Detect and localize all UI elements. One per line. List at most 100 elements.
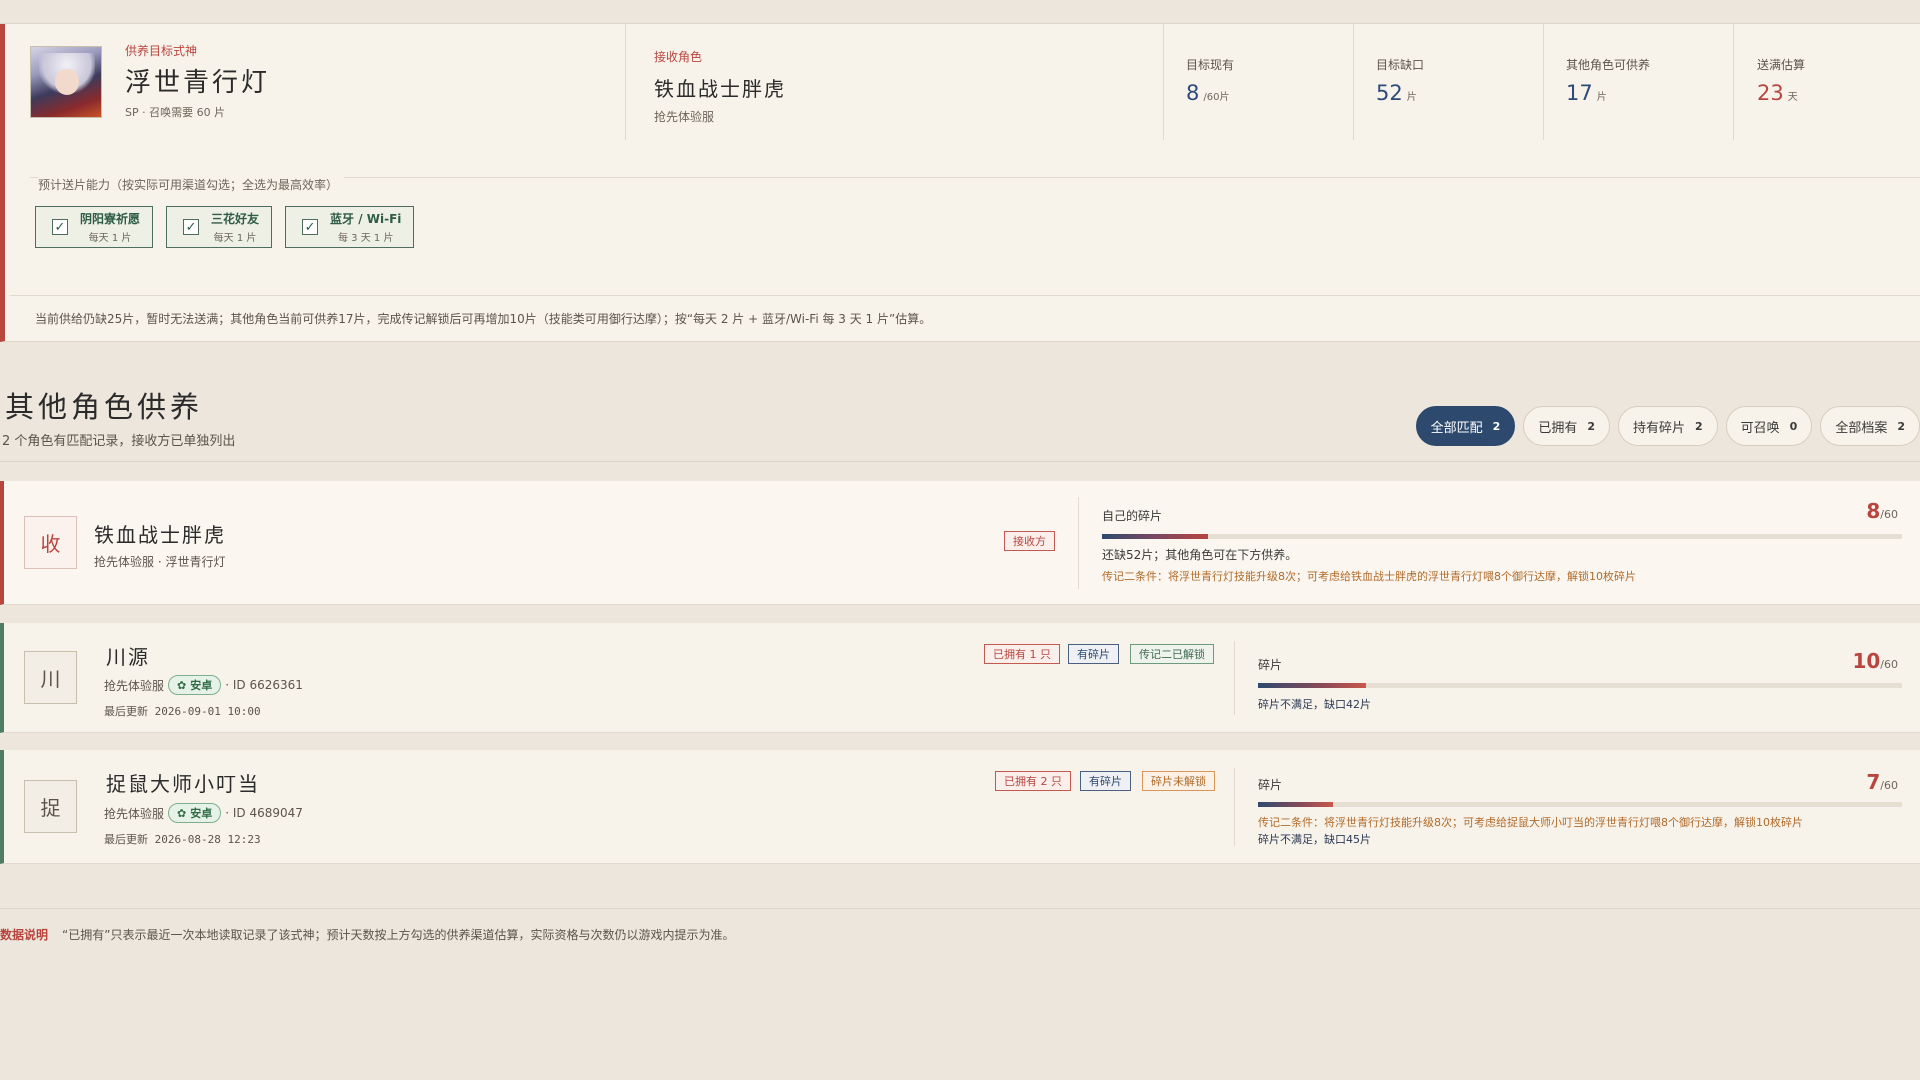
filter-label: 全部档案 (1835, 420, 1888, 436)
stat-label: 目标现有 (1186, 58, 1235, 72)
fragment-value: 7 (1866, 770, 1881, 794)
checkbox-checked-icon[interactable]: ✓ (302, 219, 319, 235)
data-notice: 数据说明 “已拥有”只表示最近一次本地读取记录了该式神；预计天数按上方勾选的供养渠… (0, 926, 734, 943)
checkbox-checked-icon[interactable]: ✓ (183, 219, 200, 235)
fragment-count: 8/60 (1866, 499, 1898, 523)
filter-all-archives[interactable]: 全部档案 2 (1820, 406, 1920, 446)
data-notice-tag: 数据说明 (0, 928, 49, 942)
stat-others-supply: 其他角色可供养 17 片 (1566, 56, 1650, 105)
stat-label: 目标缺口 (1376, 58, 1425, 72)
fragment-label: 自己的碎片 (1102, 509, 1163, 523)
biography-condition: 传记二条件：将浮世青行灯技能升级8次；可考虑给铁血战士胖虎的浮世青行灯喂8个御行… (1102, 570, 1636, 583)
badge-biography: 碎片未解锁 (1142, 771, 1215, 791)
filter-all-matches[interactable]: 全部匹配 2 (1415, 406, 1516, 446)
fragment-progress-fill (1258, 802, 1334, 807)
filter-count: 2 (1695, 419, 1703, 433)
receiver-block: 接收角色 铁血战士胖虎 抢先体验服 (654, 48, 786, 125)
last-updated: 最后更新 2026-08-28 12:23 (104, 833, 261, 846)
fragment-label: 碎片 (1258, 778, 1283, 792)
filter-has-fragments[interactable]: 持有碎片 2 (1617, 406, 1718, 446)
receiver-server: 抢先体验服 (654, 110, 715, 124)
channel-name: 蓝牙 / Wi-Fi (330, 212, 402, 226)
badge-has-fragments: 有碎片 (1068, 644, 1119, 664)
shikigami-avatar (30, 46, 102, 118)
fragment-count: 7/60 (1866, 770, 1898, 794)
checkbox-checked-icon[interactable]: ✓ (52, 219, 68, 235)
server-name: 抢先体验服 (104, 678, 165, 693)
stat-target-gap: 目标缺口 52 片 (1376, 56, 1424, 105)
fragment-total: /60 (1880, 779, 1898, 792)
character-card[interactable]: 川 川源 抢先体验服 ✿ 安卓 · ID 6626361 最后更新 2026-09… (0, 623, 1920, 733)
target-kicker: 供养目标式神 (125, 44, 198, 58)
supply-target-card: 供养目标式神 浮世青行灯 SP · 召唤需要 60 片 接收角色 铁血战士胖虎 … (0, 24, 1920, 342)
fragment-progress-fill (1258, 683, 1366, 688)
receiver-card[interactable]: 收 铁血战士胖虎 抢先体验服 · 浮世青行灯 接收方 自己的碎片 8/60 还缺… (0, 481, 1920, 605)
stat-unit: 天 (1787, 92, 1798, 103)
fragment-progress-fill (1102, 534, 1209, 539)
character-id: · ID 6626361 (225, 678, 303, 692)
character-meta: 抢先体验服 ✿ 安卓 · ID 6626361 (104, 675, 303, 695)
character-meta: 抢先体验服 ✿ 安卓 · ID 4689047 (104, 803, 303, 823)
badge-owned: 已拥有 2 只 (995, 771, 1071, 791)
target-block: 供养目标式神 浮世青行灯 SP · 召唤需要 60 片 (30, 42, 630, 162)
filter-count: 2 (1492, 419, 1501, 433)
data-notice-text: “已拥有”只表示最近一次本地读取记录了该式神；预计天数按上方勾选的供养渠道估算，… (62, 928, 735, 942)
divider (1733, 24, 1734, 140)
fragment-progress-bar (1102, 534, 1902, 539)
divider (0, 908, 1920, 909)
ability-title: 预计送片能力（按实际可用渠道勾选；全选为最高效率） (38, 176, 345, 193)
fragment-label: 碎片 (1258, 658, 1283, 672)
server-name: 抢先体验服 (104, 806, 165, 821)
character-name: 铁血战士胖虎 (94, 523, 226, 547)
stat-eta: 送满估算 23 天 (1757, 56, 1805, 105)
fragment-value: 10 (1852, 649, 1881, 673)
channel-sanhua-friend[interactable]: ✓ 三花好友 每天 1 片 (166, 206, 273, 248)
channel-bluetooth-wifi[interactable]: ✓ 蓝牙 / Wi-Fi 每 3 天 1 片 (285, 206, 415, 248)
channel-name: 三花好友 (211, 212, 260, 226)
channel-yinyangliao[interactable]: ✓ 阴阳寮祈愿 每天 1 片 (35, 206, 154, 248)
stat-unit: /60片 (1203, 92, 1230, 103)
supply-note: 当前供给仍缺25片，暂时无法送满；其他角色当前可供养17片，完成传记解锁后可再增… (35, 312, 932, 326)
channel-list: ✓ 阴阳寮祈愿 每天 1 片 ✓ 三花好友 每天 1 片 ✓ 蓝牙 / Wi-F… (35, 206, 415, 248)
stat-label: 其他角色可供养 (1566, 58, 1651, 72)
channel-rate: 每 3 天 1 片 (338, 233, 394, 244)
fragment-status: 碎片不满足，缺口45片 (1258, 833, 1371, 846)
fragment-count: 10/60 (1852, 649, 1898, 673)
divider (1543, 24, 1544, 140)
stat-target-owned: 目标现有 8/60片 (1186, 56, 1234, 105)
fragment-total: /60 (1880, 658, 1898, 671)
badge-owned: 已拥有 1 只 (984, 644, 1060, 664)
section-subtitle: 2 个角色有匹配记录，接收方已单独列出 (2, 434, 236, 449)
filter-owned[interactable]: 已拥有 2 (1523, 406, 1610, 446)
character-card[interactable]: 捉 捉鼠大师小叮当 抢先体验服 ✿ 安卓 · ID 4689047 最后更新 20… (0, 750, 1920, 864)
receiver-note: 还缺52片；其他角色可在下方供养。 (1102, 548, 1298, 562)
filter-count: 0 (1789, 419, 1798, 433)
fragment-progress-bar (1258, 683, 1902, 688)
fragment-value: 8 (1866, 499, 1881, 523)
fragment-progress-bar (1258, 802, 1902, 807)
stat-value: 52 (1376, 81, 1403, 105)
character-meta: 抢先体验服 · 浮世青行灯 (94, 553, 225, 570)
divider (10, 295, 1920, 296)
character-glyph: 川 (24, 651, 77, 704)
android-icon: ✿ (177, 806, 187, 820)
fragment-total: /60 (1880, 508, 1898, 521)
stat-value: 8 (1186, 81, 1200, 105)
character-name: 捉鼠大师小叮当 (106, 772, 260, 796)
badge-biography: 传记二已解锁 (1130, 644, 1214, 664)
platform-badge: ✿ 安卓 (168, 675, 222, 695)
filter-label: 全部匹配 (1430, 420, 1483, 436)
fragment-status: 碎片不满足，缺口42片 (1258, 698, 1371, 711)
stat-value: 17 (1566, 81, 1593, 105)
character-meta-text: 抢先体验服 · 浮世青行灯 (94, 555, 226, 569)
stat-value: 23 (1757, 81, 1784, 105)
character-id: · ID 4689047 (225, 806, 303, 820)
target-name: 浮世青行灯 (125, 68, 271, 98)
divider (625, 24, 626, 140)
last-updated: 最后更新 2026-09-01 10:00 (104, 705, 261, 718)
filter-summonable[interactable]: 可召唤 0 (1725, 406, 1813, 446)
character-name: 川源 (106, 645, 150, 669)
filter-label: 持有碎片 (1632, 420, 1685, 436)
divider (1234, 641, 1235, 715)
divider (0, 461, 1920, 462)
